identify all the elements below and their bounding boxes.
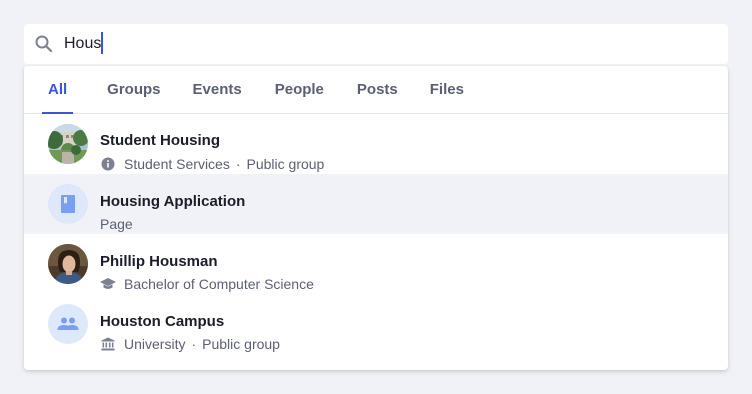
- meta-category: University: [124, 336, 186, 352]
- tab-files[interactable]: Files: [430, 66, 464, 113]
- info-icon: [100, 156, 116, 172]
- institution-icon: [100, 336, 116, 352]
- search-results-dropdown: All Groups Events People Posts Files Stu…: [24, 66, 728, 370]
- result-meta: Student Services · Public group: [100, 156, 324, 172]
- tab-groups[interactable]: Groups: [107, 66, 160, 113]
- meta-visibility: Public group: [246, 156, 325, 172]
- meta-visibility: Public group: [202, 336, 280, 352]
- meta-type: Page: [100, 216, 133, 232]
- person-avatar-photo: [48, 244, 88, 284]
- group-avatar-photo: [48, 124, 88, 164]
- result-student-housing[interactable]: Student Housing Student Services · Publi…: [24, 114, 728, 174]
- results-list: Student Housing Student Services · Publi…: [24, 114, 728, 354]
- tab-posts[interactable]: Posts: [357, 66, 398, 113]
- group-icon: [57, 317, 79, 331]
- meta-category: Student Services: [124, 156, 230, 172]
- result-meta: Bachelor of Computer Science: [100, 276, 314, 292]
- tab-all[interactable]: All: [41, 66, 74, 114]
- result-title: Student Housing: [100, 132, 220, 149]
- meta-separator: ·: [235, 156, 241, 172]
- meta-program: Bachelor of Computer Science: [124, 276, 314, 292]
- result-houston-campus[interactable]: Houston Campus University · Public group: [24, 294, 728, 354]
- text-cursor: [101, 32, 103, 54]
- search-input[interactable]: [64, 24, 704, 64]
- result-housing-application[interactable]: Housing Application Page: [24, 174, 728, 234]
- result-title: Phillip Housman: [100, 253, 218, 270]
- result-title: Houston Campus: [100, 313, 225, 330]
- search-bar[interactable]: [24, 24, 728, 64]
- page-avatar: [48, 184, 88, 224]
- group-avatar: [48, 304, 88, 344]
- result-filter-tabs: All Groups Events People Posts Files: [24, 66, 728, 114]
- tab-events[interactable]: Events: [193, 66, 242, 113]
- result-meta: Page: [100, 216, 133, 232]
- meta-separator: ·: [191, 336, 197, 352]
- result-title: Housing Application: [100, 193, 246, 210]
- book-icon: [59, 194, 77, 214]
- result-phillip-housman[interactable]: Phillip Housman Bachelor of Computer Sci…: [24, 234, 728, 294]
- tab-people[interactable]: People: [275, 66, 324, 113]
- graduation-cap-icon: [100, 276, 116, 292]
- result-meta: University · Public group: [100, 336, 280, 352]
- search-icon: [34, 34, 54, 54]
